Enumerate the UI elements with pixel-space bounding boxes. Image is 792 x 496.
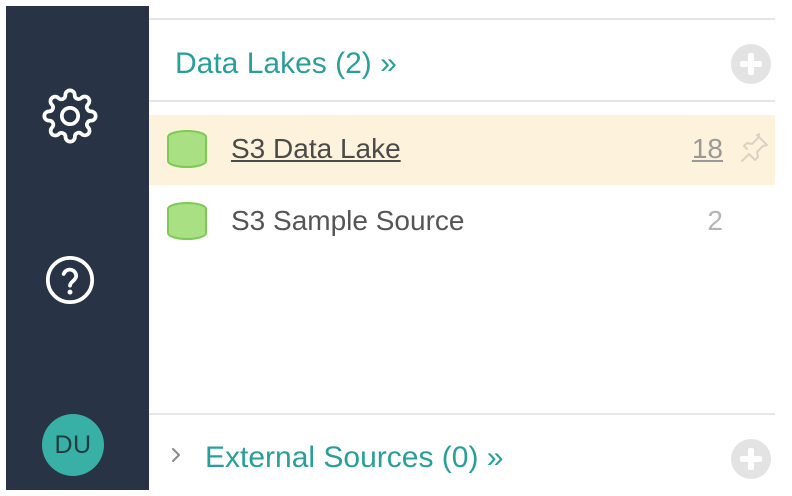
pin-icon[interactable] — [737, 131, 771, 165]
database-icon — [165, 128, 209, 174]
main-panel: Data Lakes (2) » S3 Data Lake 18 S3 Samp… — [149, 6, 775, 490]
external-sources-title[interactable]: External Sources (0) » — [205, 440, 503, 476]
help-circle-icon[interactable] — [42, 252, 98, 308]
list-item-label[interactable]: S3 Data Lake — [231, 131, 401, 167]
add-external-source-button[interactable] — [731, 439, 771, 479]
list-item-count[interactable]: 18 — [692, 131, 723, 167]
divider — [149, 413, 775, 415]
list-item-s3-data-lake[interactable]: S3 Data Lake 18 — [149, 115, 775, 185]
database-icon — [165, 200, 209, 246]
data-lakes-title[interactable]: Data Lakes (2) » — [175, 46, 397, 82]
sidebar: DU — [6, 6, 149, 490]
list-item-label[interactable]: S3 Sample Source — [231, 203, 464, 239]
add-data-lake-button[interactable] — [731, 44, 771, 84]
chevron-right-icon[interactable] — [169, 446, 183, 464]
user-avatar[interactable]: DU — [42, 414, 104, 476]
list-item-s3-sample-source[interactable]: S3 Sample Source 2 — [149, 187, 775, 257]
gear-icon[interactable] — [42, 88, 98, 144]
divider — [149, 100, 775, 102]
divider — [149, 18, 775, 20]
list-item-count[interactable]: 2 — [707, 203, 723, 239]
